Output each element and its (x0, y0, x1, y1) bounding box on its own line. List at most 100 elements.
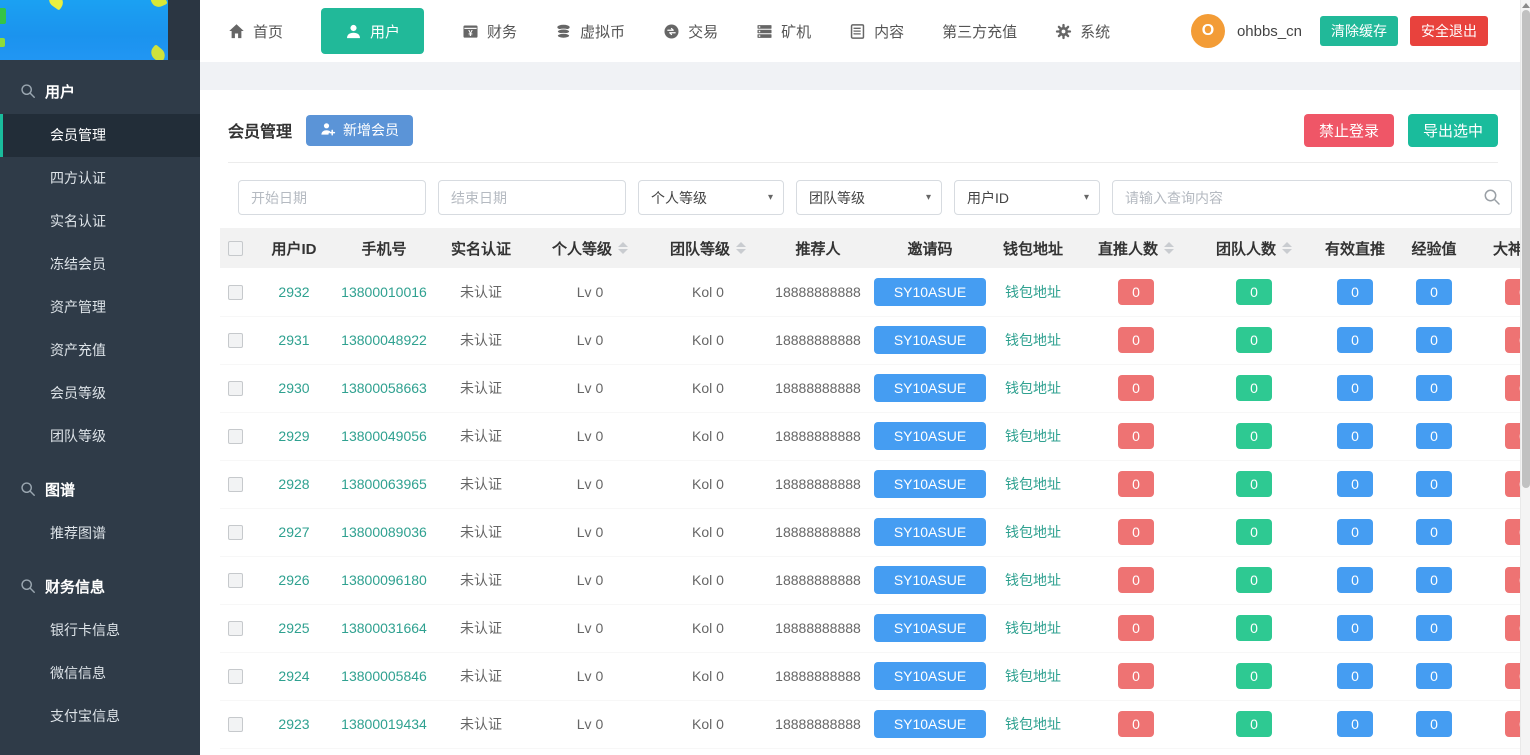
nav-item[interactable]: ¥财务 (462, 8, 517, 54)
invite-code-button[interactable]: SY10ASUE (874, 662, 986, 690)
start-date-input[interactable] (238, 180, 426, 215)
valid-direct-badge[interactable]: 0 (1337, 327, 1373, 353)
scrollbar[interactable] (1520, 0, 1530, 755)
wallet-address-link[interactable]: 钱包地址 (1005, 428, 1061, 444)
exp-badge[interactable]: 0 (1416, 519, 1452, 545)
avatar[interactable]: O (1191, 14, 1225, 48)
exp-badge[interactable]: 0 (1416, 423, 1452, 449)
user-id-link[interactable]: 2932 (278, 284, 309, 300)
row-checkbox[interactable] (228, 525, 243, 540)
row-checkbox[interactable] (228, 477, 243, 492)
exp-badge[interactable]: 0 (1416, 375, 1452, 401)
phone-link[interactable]: 13800058663 (341, 380, 427, 396)
team-count-badge[interactable]: 0 (1236, 711, 1272, 737)
team-count-badge[interactable]: 0 (1236, 663, 1272, 689)
sidebar-section-title[interactable]: 图谱 (0, 466, 200, 512)
search-input[interactable] (1112, 180, 1512, 215)
valid-direct-badge[interactable]: 0 (1337, 519, 1373, 545)
direct-count-badge[interactable]: 0 (1118, 279, 1154, 305)
direct-count-badge[interactable]: 0 (1118, 711, 1154, 737)
valid-direct-badge[interactable]: 0 (1337, 663, 1373, 689)
user-id-link[interactable]: 2923 (278, 716, 309, 732)
row-checkbox[interactable] (228, 333, 243, 348)
phone-link[interactable]: 13800019434 (341, 716, 427, 732)
sort-icon[interactable] (1282, 242, 1292, 254)
sort-icon[interactable] (1164, 242, 1174, 254)
team-count-badge[interactable]: 0 (1236, 375, 1272, 401)
wallet-address-link[interactable]: 钱包地址 (1005, 332, 1061, 348)
nav-item[interactable]: 内容 (849, 8, 904, 54)
phone-link[interactable]: 13800089036 (341, 524, 427, 540)
invite-code-button[interactable]: SY10ASUE (874, 326, 986, 354)
phone-link[interactable]: 13800010016 (341, 284, 427, 300)
nav-item[interactable]: 矿机 (756, 8, 811, 54)
sidebar-item[interactable]: 冻结会员 (0, 243, 200, 286)
phone-link[interactable]: 13800005846 (341, 668, 427, 684)
scrollbar-thumb[interactable] (1522, 10, 1530, 488)
row-checkbox[interactable] (228, 573, 243, 588)
valid-direct-badge[interactable]: 0 (1337, 375, 1373, 401)
sidebar-item[interactable]: 推荐图谱 (0, 512, 200, 555)
end-date-input[interactable] (438, 180, 626, 215)
user-id-link[interactable]: 2926 (278, 572, 309, 588)
row-checkbox[interactable] (228, 717, 243, 732)
wallet-address-link[interactable]: 钱包地址 (1005, 572, 1061, 588)
exp-badge[interactable]: 0 (1416, 663, 1452, 689)
team-count-badge[interactable]: 0 (1236, 567, 1272, 593)
direct-count-badge[interactable]: 0 (1118, 423, 1154, 449)
phone-link[interactable]: 13800031664 (341, 620, 427, 636)
user-id-link[interactable]: 2927 (278, 524, 309, 540)
row-checkbox[interactable] (228, 429, 243, 444)
nav-item[interactable]: 首页 (228, 8, 283, 54)
nav-item[interactable]: 第三方充值 (942, 8, 1017, 54)
invite-code-button[interactable]: SY10ASUE (874, 470, 986, 498)
wallet-address-link[interactable]: 钱包地址 (1005, 716, 1061, 732)
row-checkbox[interactable] (228, 285, 243, 300)
team-level-select[interactable]: 团队等级 ▾ (796, 180, 942, 215)
search-icon[interactable] (1483, 188, 1501, 206)
export-selected-button[interactable]: 导出选中 (1408, 114, 1498, 147)
invite-code-button[interactable]: SY10ASUE (874, 374, 986, 402)
exp-badge[interactable]: 0 (1416, 471, 1452, 497)
sidebar-item[interactable]: 会员管理 (0, 114, 200, 157)
phone-link[interactable]: 13800049056 (341, 428, 427, 444)
forbid-login-button[interactable]: 禁止登录 (1304, 114, 1394, 147)
phone-link[interactable]: 13800096180 (341, 572, 427, 588)
row-checkbox[interactable] (228, 381, 243, 396)
phone-link[interactable]: 13800048922 (341, 332, 427, 348)
wallet-address-link[interactable]: 钱包地址 (1005, 524, 1061, 540)
sort-icon[interactable] (618, 242, 628, 254)
sort-icon[interactable] (736, 242, 746, 254)
sidebar-item[interactable]: 微信信息 (0, 652, 200, 695)
team-count-badge[interactable]: 0 (1236, 279, 1272, 305)
exp-badge[interactable]: 0 (1416, 567, 1452, 593)
wallet-address-link[interactable]: 钱包地址 (1005, 620, 1061, 636)
sidebar-section-title[interactable]: 财务信息 (0, 563, 200, 609)
nav-item[interactable]: 用户 (321, 8, 424, 54)
nav-item[interactable]: 虚拟币 (555, 8, 625, 54)
clear-cache-button[interactable]: 清除缓存 (1320, 16, 1398, 46)
team-count-badge[interactable]: 0 (1236, 615, 1272, 641)
phone-link[interactable]: 13800063965 (341, 476, 427, 492)
exp-badge[interactable]: 0 (1416, 327, 1452, 353)
logout-button[interactable]: 安全退出 (1410, 16, 1488, 46)
team-count-badge[interactable]: 0 (1236, 519, 1272, 545)
team-count-badge[interactable]: 0 (1236, 471, 1272, 497)
direct-count-badge[interactable]: 0 (1118, 375, 1154, 401)
team-count-badge[interactable]: 0 (1236, 327, 1272, 353)
direct-count-badge[interactable]: 0 (1118, 567, 1154, 593)
sidebar-item[interactable]: 资产管理 (0, 286, 200, 329)
row-checkbox[interactable] (228, 669, 243, 684)
invite-code-button[interactable]: SY10ASUE (874, 422, 986, 450)
sidebar-item[interactable]: 会员等级 (0, 372, 200, 415)
wallet-address-link[interactable]: 钱包地址 (1005, 380, 1061, 396)
wallet-address-link[interactable]: 钱包地址 (1005, 668, 1061, 684)
logo[interactable] (0, 0, 200, 60)
user-id-link[interactable]: 2929 (278, 428, 309, 444)
sidebar-section-title[interactable]: 用户 (0, 68, 200, 114)
invite-code-button[interactable]: SY10ASUE (874, 710, 986, 738)
direct-count-badge[interactable]: 0 (1118, 327, 1154, 353)
scrollbar-up-arrow[interactable] (1522, 3, 1530, 8)
wallet-address-link[interactable]: 钱包地址 (1005, 476, 1061, 492)
valid-direct-badge[interactable]: 0 (1337, 567, 1373, 593)
